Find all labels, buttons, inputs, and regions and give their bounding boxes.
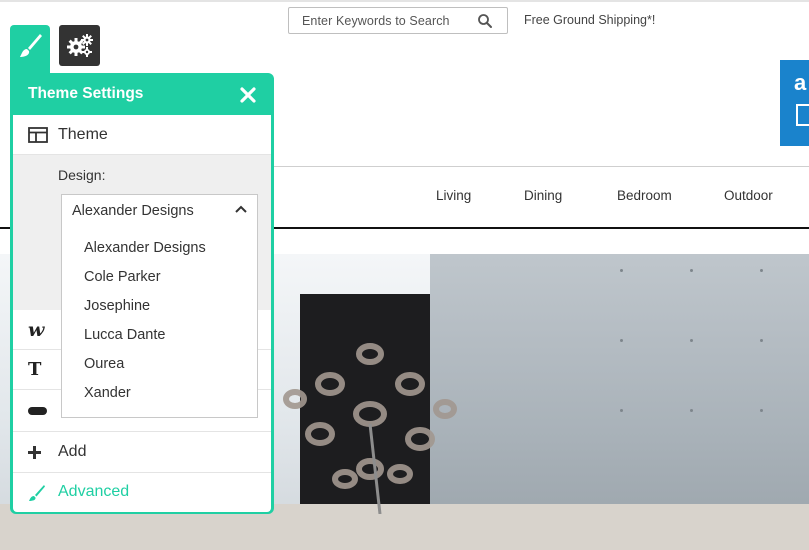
wall-dot (620, 339, 623, 342)
design-option[interactable]: Josephine (84, 298, 150, 314)
nav-dining[interactable]: Dining (524, 188, 562, 203)
theme-settings-panel: Theme Settings Theme Design: w T Add Adv… (10, 73, 274, 514)
nav-living[interactable]: Living (436, 188, 471, 203)
promo-box-icon (796, 104, 809, 126)
paintbrush-icon (20, 34, 42, 57)
wall-dot (760, 339, 763, 342)
panel-title: Theme Settings (28, 85, 144, 102)
promo-button[interactable]: a (780, 60, 809, 146)
text-t-icon: T (28, 359, 42, 380)
wall-dot (760, 409, 763, 412)
design-option[interactable]: Xander (84, 385, 131, 401)
chevron-up-icon[interactable] (235, 205, 247, 213)
design-option[interactable]: Alexander Designs (84, 240, 206, 256)
theme-row-label: Theme (58, 126, 108, 143)
button-shape-icon (28, 407, 47, 415)
design-selected-value[interactable]: Alexander Designs (72, 203, 194, 219)
gears-icon (67, 34, 93, 57)
shipping-banner[interactable]: Free Ground Shipping*! (524, 13, 655, 27)
search-icon[interactable] (477, 13, 493, 29)
add-row[interactable]: Add (13, 432, 271, 473)
nav-bedroom[interactable]: Bedroom (617, 188, 672, 203)
header-divider (272, 166, 809, 167)
design-option[interactable]: Cole Parker (84, 269, 161, 285)
paintbrush-icon (29, 485, 45, 501)
wall-dot (690, 339, 693, 342)
search-placeholder[interactable]: Enter Keywords to Search (302, 14, 450, 28)
header-top-border (0, 0, 809, 2)
script-w-icon: w (28, 319, 45, 341)
design-option[interactable]: Lucca Dante (84, 327, 165, 343)
settings-tab[interactable] (59, 25, 100, 66)
wall-dot (760, 269, 763, 272)
promo-letter: a (794, 70, 807, 95)
wall-dot (620, 409, 623, 412)
panel-body: Theme Design: w T Add Advanced Alexander… (13, 115, 271, 512)
design-option[interactable]: Ourea (84, 356, 124, 372)
wall-dot (690, 269, 693, 272)
nav-outdoor[interactable]: Outdoor (724, 188, 773, 203)
add-label: Add (58, 443, 87, 460)
advanced-row[interactable]: Advanced (13, 473, 271, 512)
design-label: Design: (58, 167, 106, 183)
close-icon[interactable] (239, 86, 257, 104)
plus-icon (28, 446, 41, 459)
wall-dot (620, 269, 623, 272)
search-field[interactable]: Enter Keywords to Search (288, 7, 508, 34)
layout-icon (28, 127, 48, 143)
advanced-label: Advanced (58, 483, 130, 500)
hero-lamp (283, 343, 457, 514)
wall-dot (690, 409, 693, 412)
theme-tab[interactable] (10, 25, 50, 75)
theme-row[interactable]: Theme (13, 115, 271, 155)
design-dropdown[interactable]: Alexander Designs Alexander Designs Cole… (61, 194, 258, 418)
